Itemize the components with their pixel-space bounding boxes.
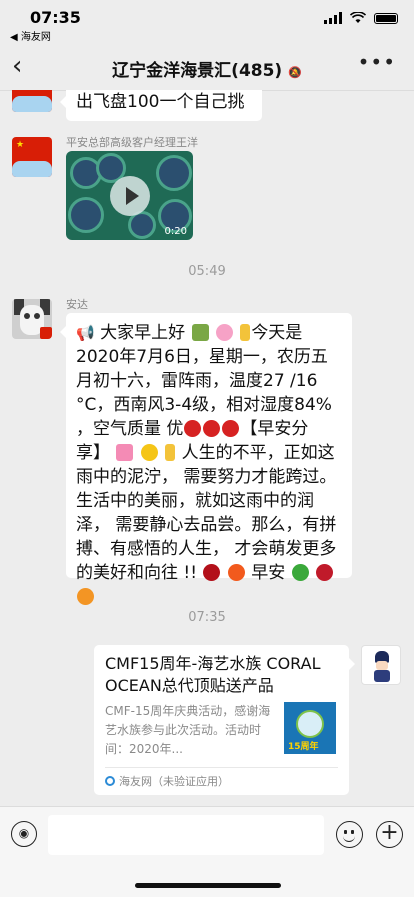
link-card-title: CMF15周年-海艺水族 CORAL OCEAN总代顶贴送产品 — [105, 654, 321, 695]
message-text: 人生的不平，正如这雨中的泥泞， 需要努力才能跨过。生活中的美丽，就如这雨中的润泽… — [76, 443, 337, 583]
ribbon-emoji-icon — [116, 444, 134, 461]
voice-icon[interactable]: ◉ — [11, 821, 37, 847]
plus-icon[interactable]: + — [376, 821, 403, 848]
message-text: 早安 — [251, 563, 286, 583]
message-list[interactable]: ★ 出飞盘100一个自己挑 ★ 平安总部高级客户经理王洋 0:20 05:49 … — [0, 90, 414, 806]
link-card-message[interactable]: CMF15周年-海艺水族 CORAL OCEAN总代顶贴送产品 CMF-15周年… — [94, 645, 355, 795]
house-emoji-icon — [191, 324, 209, 341]
megaphone-icon: 📢 — [76, 324, 95, 342]
video-message[interactable]: 0:20 — [66, 151, 193, 240]
cherry-emoji-icon — [316, 564, 334, 581]
message-input[interactable] — [48, 815, 324, 855]
link-card-description: CMF-15周年庆典活动，感谢海艺水族参与此次活动。活动时间：2020年... — [105, 704, 271, 756]
sender-name: 安达 — [66, 298, 88, 311]
sunflower-emoji-icon — [140, 444, 158, 461]
chat-header: ‹ 辽宁金洋海景汇(485) 🔕 ••• — [0, 42, 414, 91]
status-icons — [324, 12, 398, 24]
avatar[interactable] — [12, 299, 52, 339]
signal-icon — [324, 12, 342, 24]
more-icon[interactable]: ••• — [358, 50, 396, 74]
apple-emoji-icon — [203, 420, 221, 437]
link-card-source: 海友网（未验证应用） — [105, 773, 229, 789]
home-indicator[interactable] — [135, 883, 281, 888]
sparkle-emoji-icon — [227, 564, 245, 581]
message-text: 大家早上好 — [100, 323, 186, 343]
play-icon[interactable] — [110, 176, 150, 216]
clover-emoji-icon — [291, 564, 309, 581]
flower-emoji-icon — [215, 324, 233, 341]
back-to-app-link[interactable]: ◀ 海友网 — [10, 28, 51, 43]
app-icon — [105, 776, 115, 786]
orange-heart-emoji-icon — [77, 588, 94, 605]
message-text: 出飞盘100一个自己挑 — [76, 92, 245, 112]
wifi-icon — [350, 12, 366, 23]
status-bar: 07:35 ◀ 海友网 — [0, 0, 414, 43]
divider — [105, 767, 338, 768]
text-message[interactable]: 出飞盘100一个自己挑 — [60, 90, 262, 121]
avatar[interactable] — [361, 645, 401, 685]
link-card-thumbnail: 15周年 — [284, 702, 336, 754]
apple-emoji-icon — [222, 420, 240, 437]
apple-emoji-icon — [184, 420, 202, 437]
emoji-icon[interactable] — [336, 821, 363, 848]
status-time: 07:35 — [30, 8, 81, 27]
video-duration: 0:20 — [164, 226, 187, 237]
sender-name: 平安总部高级客户经理王洋 — [66, 136, 198, 149]
timestamp: 05:49 — [188, 264, 226, 279]
rose-emoji-icon — [203, 564, 221, 581]
avatar[interactable]: ★ — [12, 137, 52, 177]
timestamp: 07:35 — [188, 610, 226, 625]
avatar[interactable]: ★ — [12, 90, 52, 112]
mute-icon: 🔕 — [288, 66, 302, 79]
corn-emoji-icon — [165, 444, 176, 461]
link-card-source-label: 海友网（未验证应用） — [119, 775, 229, 788]
text-message[interactable]: 📢 大家早上好 今天是2020年7月6日，星期一，农历五月初十六，雷阵雨，温度2… — [60, 313, 352, 605]
chat-title: 辽宁金洋海景汇(485) 🔕 — [112, 61, 302, 81]
battery-icon — [374, 12, 398, 24]
corn-emoji-icon — [240, 324, 251, 341]
